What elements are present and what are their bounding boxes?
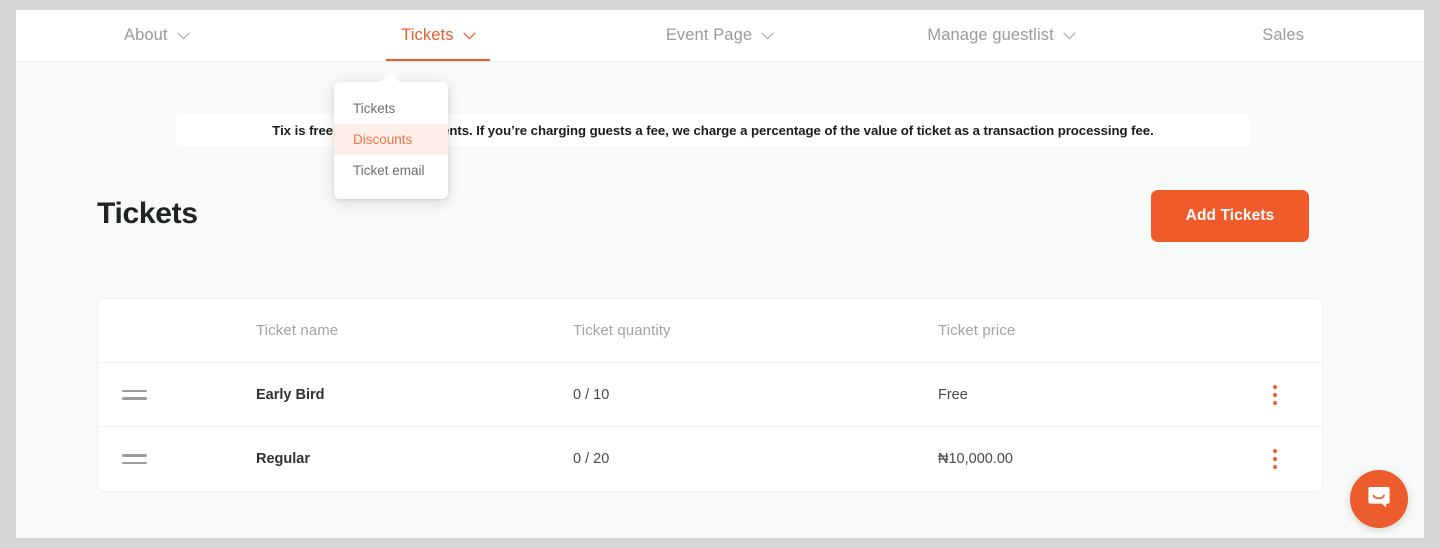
row-ticket-name: Regular — [256, 451, 310, 467]
nav-item-label: Manage guestlist — [927, 26, 1054, 44]
nav-item-sales[interactable]: Sales — [1142, 10, 1424, 61]
app-viewport: About Tickets Event Page Manage guestlis… — [16, 10, 1424, 538]
nav-item-label: Sales — [1262, 26, 1305, 44]
table-row: Early Bird 0 / 10 Free — [98, 363, 1322, 427]
row-drag-handle-cell[interactable] — [98, 389, 256, 400]
chevron-down-icon — [1063, 32, 1076, 40]
nav-item-label: About — [123, 26, 168, 44]
dropdown-item-discounts[interactable]: Discounts — [334, 124, 448, 155]
table-header-ticket-price: Ticket price — [938, 322, 1016, 339]
page-header: Tickets Add Tickets — [16, 180, 1424, 260]
row-ticket-price: Free — [938, 386, 968, 403]
chevron-down-icon — [761, 32, 774, 40]
row-ticket-quantity: 0 / 10 — [573, 386, 610, 403]
tickets-table: Ticket name Ticket quantity Ticket price… — [97, 298, 1323, 492]
row-ticket-quantity: 0 / 20 — [573, 451, 610, 467]
nav-item-about[interactable]: About — [16, 10, 298, 61]
nav-item-manage-guestlist[interactable]: Manage guestlist — [861, 10, 1143, 61]
nav-item-label: Tickets — [401, 26, 454, 44]
chevron-down-icon — [176, 32, 190, 40]
row-ticket-name: Early Bird — [256, 386, 325, 403]
table-header-row: Ticket name Ticket quantity Ticket price — [98, 299, 1322, 363]
dropdown-item-tickets[interactable]: Tickets — [334, 93, 448, 124]
nav-item-event-page[interactable]: Event Page — [579, 10, 861, 61]
dropdown-item-label: Ticket email — [353, 163, 425, 178]
dropdown-item-label: Tickets — [353, 101, 396, 116]
top-navbar: About Tickets Event Page Manage guestlis… — [16, 10, 1424, 62]
nav-item-label: Event Page — [665, 26, 753, 44]
drag-handle-icon[interactable] — [122, 454, 147, 464]
chat-launcher-button[interactable] — [1350, 470, 1408, 528]
chat-bubble-icon — [1365, 483, 1393, 516]
dropdown-item-ticket-email[interactable]: Ticket email — [334, 155, 448, 186]
add-tickets-button[interactable]: Add Tickets — [1151, 190, 1309, 242]
active-tab-underline — [386, 58, 491, 61]
row-drag-handle-cell[interactable] — [98, 454, 256, 464]
more-vertical-icon[interactable] — [1269, 381, 1281, 409]
chevron-down-icon — [462, 32, 476, 40]
table-row: Regular 0 / 20 ₦10,000.00 — [98, 427, 1322, 491]
tickets-dropdown-menu: Tickets Discounts Ticket email — [334, 82, 448, 199]
drag-handle-icon[interactable] — [122, 389, 147, 400]
table-header-ticket-quantity: Ticket quantity — [573, 322, 671, 339]
row-actions-cell — [1228, 445, 1322, 473]
table-header-ticket-name: Ticket name — [256, 322, 339, 339]
row-actions-cell — [1228, 381, 1322, 409]
row-ticket-price: ₦10,000.00 — [938, 451, 1013, 467]
nav-item-tickets[interactable]: Tickets — [298, 10, 580, 61]
more-vertical-icon[interactable] — [1269, 445, 1281, 473]
page-title: Tickets — [97, 197, 198, 230]
dropdown-item-label: Discounts — [353, 132, 413, 147]
